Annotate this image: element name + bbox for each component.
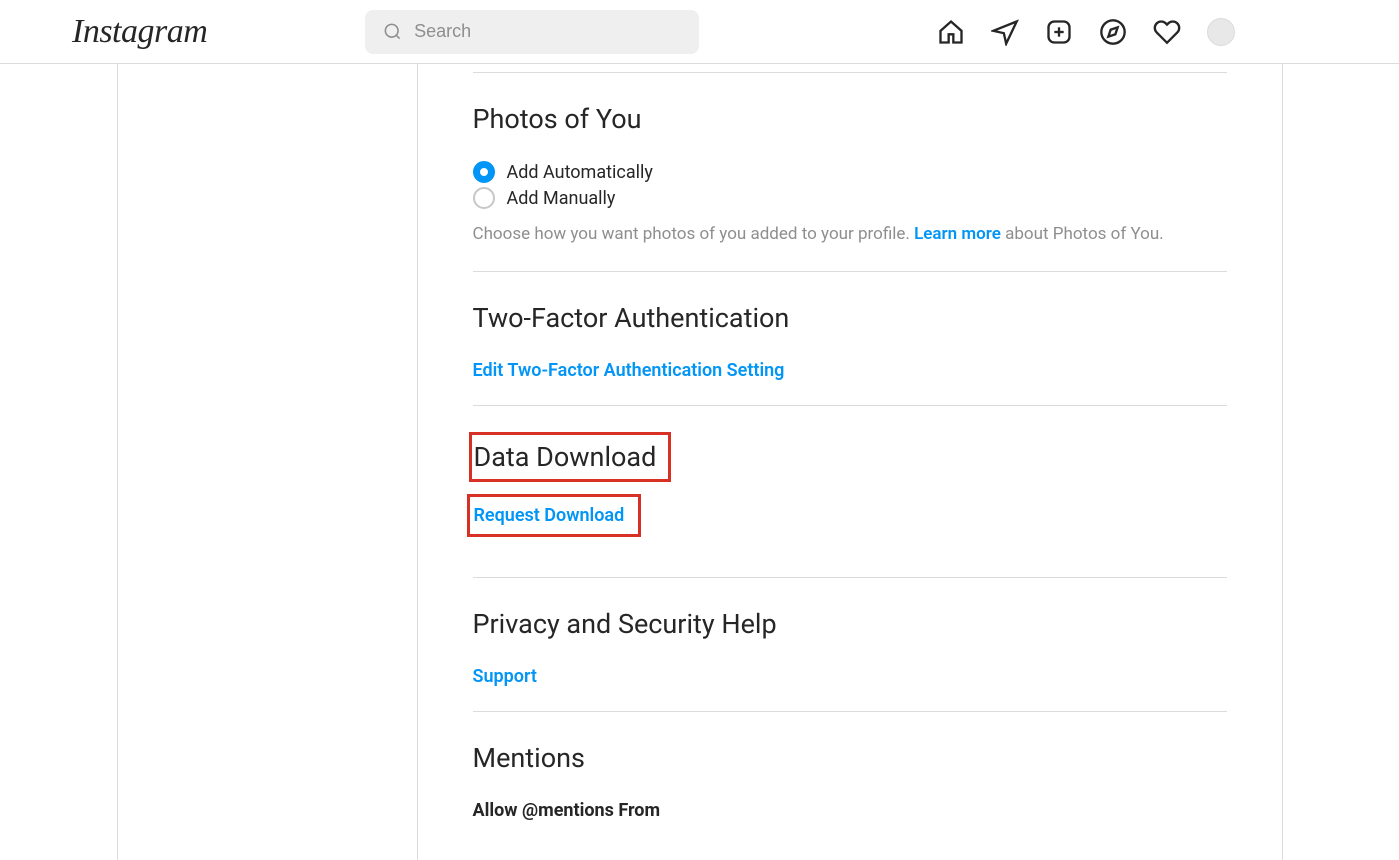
section-photos-of-you: Photos of You Add Automatically Add Manu… [473,73,1227,271]
highlight-request-download: Request Download [467,494,642,537]
radio-label-auto[interactable]: Add Automatically [507,162,653,183]
explore-icon[interactable] [1099,18,1127,46]
helper-post: about Photos of You. [1001,224,1164,244]
helper-text-photos: Choose how you want photos of you added … [473,223,1227,247]
instagram-logo[interactable]: Instagram [72,13,207,51]
search-icon [383,22,402,41]
support-link[interactable]: Support [473,666,537,687]
radio-label-manual[interactable]: Add Manually [507,188,616,209]
section-two-factor: Two-Factor Authentication Edit Two-Facto… [473,272,1227,405]
radio-row-manual[interactable]: Add Manually [473,187,1227,209]
section-heading-data-download: Data Download [474,441,657,473]
section-heading-2fa: Two-Factor Authentication [473,302,1227,334]
avatar[interactable] [1207,18,1235,46]
highlight-data-download-heading: Data Download [469,432,672,482]
radio-row-auto[interactable]: Add Automatically [473,161,1227,183]
settings-main: Photos of You Add Automatically Add Manu… [418,64,1282,860]
home-icon[interactable] [937,18,965,46]
radio-add-automatically[interactable] [473,161,495,183]
search-container[interactable] [365,10,699,54]
settings-sidebar [118,64,418,860]
new-post-icon[interactable] [1045,18,1073,46]
messenger-icon[interactable] [991,18,1019,46]
learn-more-link[interactable]: Learn more [914,224,1001,244]
top-header: Instagram [0,0,1399,64]
section-mentions: Mentions Allow @mentions From [473,712,1227,845]
section-heading-privacy-help: Privacy and Security Help [473,608,1227,640]
settings-container: Photos of You Add Automatically Add Manu… [117,64,1283,860]
section-data-download: Data Download Request Download [473,406,1227,561]
helper-pre: Choose how you want photos of you added … [473,224,915,244]
radio-add-manually[interactable] [473,187,495,209]
section-heading-mentions: Mentions [473,742,1227,774]
search-input[interactable] [414,21,681,42]
page-body: Photos of You Add Automatically Add Manu… [0,64,1399,860]
nav-icons-group [937,18,1235,46]
section-heading-photos: Photos of You [473,103,1227,135]
heart-icon[interactable] [1153,18,1181,46]
mentions-subheading: Allow @mentions From [473,800,1227,821]
section-privacy-help: Privacy and Security Help Support [473,578,1227,711]
edit-2fa-link[interactable]: Edit Two-Factor Authentication Setting [473,360,785,381]
request-download-link[interactable]: Request Download [474,505,625,526]
